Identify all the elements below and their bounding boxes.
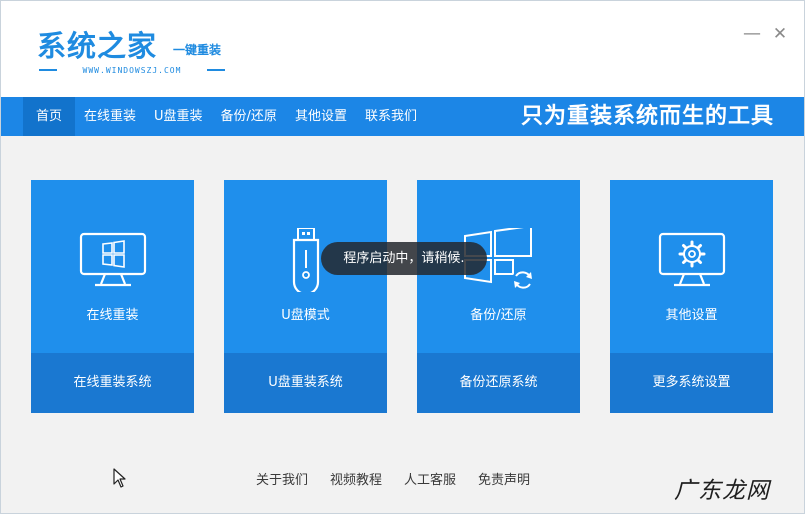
nav-item-home[interactable]: 首页 [23,97,76,136]
card-title: 在线重装 [86,308,139,323]
nav-item-contact[interactable]: 联系我们 [356,97,426,136]
close-button[interactable]: ✕ [769,23,791,45]
footer-link-disclaimer[interactable]: 免责声明 [467,469,541,488]
nav-items: 首页 在线重装 U盘重装 备份/还原 其他设置 联系我们 [23,97,426,136]
slogan: 只为重装系统而生的工具 [520,104,774,129]
card-usb-mode[interactable]: U盘模式 U盘重装系统 [224,180,387,413]
card-online-reinstall[interactable]: 在线重装 在线重装系统 [31,180,194,413]
card-action-button[interactable]: 更多系统设置 [610,353,773,413]
card-title: 其他设置 [665,308,718,323]
nav-item-usb-reinstall[interactable]: U盘重装 [145,97,212,136]
header: 系统之家 一键重装 WWW.WINDOWSZJ.COM — ✕ [1,1,804,97]
logo-url-row: WWW.WINDOWSZJ.COM [39,63,225,77]
minimize-button[interactable]: — [741,23,763,45]
monitor-gear-icon [658,232,726,287]
card-action-button[interactable]: 备份还原系统 [417,353,580,413]
mouse-cursor-icon [113,468,126,488]
card-action-button[interactable]: U盘重装系统 [224,353,387,413]
card-backup-restore[interactable]: 备份/还原 备份还原系统 [417,180,580,413]
logo-subtitle: 一键重装 [173,43,222,57]
watermark: 广东龙网 [674,478,770,504]
footer-link-customer-service[interactable]: 人工客服 [393,469,467,488]
logo-title: 系统之家 [37,29,158,63]
footer-link-about[interactable]: 关于我们 [245,469,319,488]
logo-url: WWW.WINDOWSZJ.COM [82,65,182,75]
app-window: 系统之家 一键重装 WWW.WINDOWSZJ.COM — ✕ 首页 在线重装 … [0,0,805,514]
nav-item-backup-restore[interactable]: 备份/还原 [212,97,286,136]
footer-link-video-tutorial[interactable]: 视频教程 [319,469,393,488]
footer-links: 关于我们 视频教程 人工客服 免责声明 [245,469,541,488]
main-nav: 首页 在线重装 U盘重装 备份/还原 其他设置 联系我们 只为重装系统而生的工具 [1,97,804,136]
loading-toast: 程序启动中，请稍候. [321,242,487,275]
logo-dash-left [39,69,57,71]
card-title: 备份/还原 [470,308,527,323]
card-title: U盘模式 [281,308,330,323]
logo-dash-right [206,69,225,71]
card-other-settings[interactable]: 其他设置 更多系统设置 [610,180,773,413]
card-action-button[interactable]: 在线重装系统 [31,353,194,413]
nav-item-online-reinstall[interactable]: 在线重装 [75,97,145,136]
nav-item-other-settings[interactable]: 其他设置 [286,97,356,136]
monitor-windows-icon [79,232,147,287]
